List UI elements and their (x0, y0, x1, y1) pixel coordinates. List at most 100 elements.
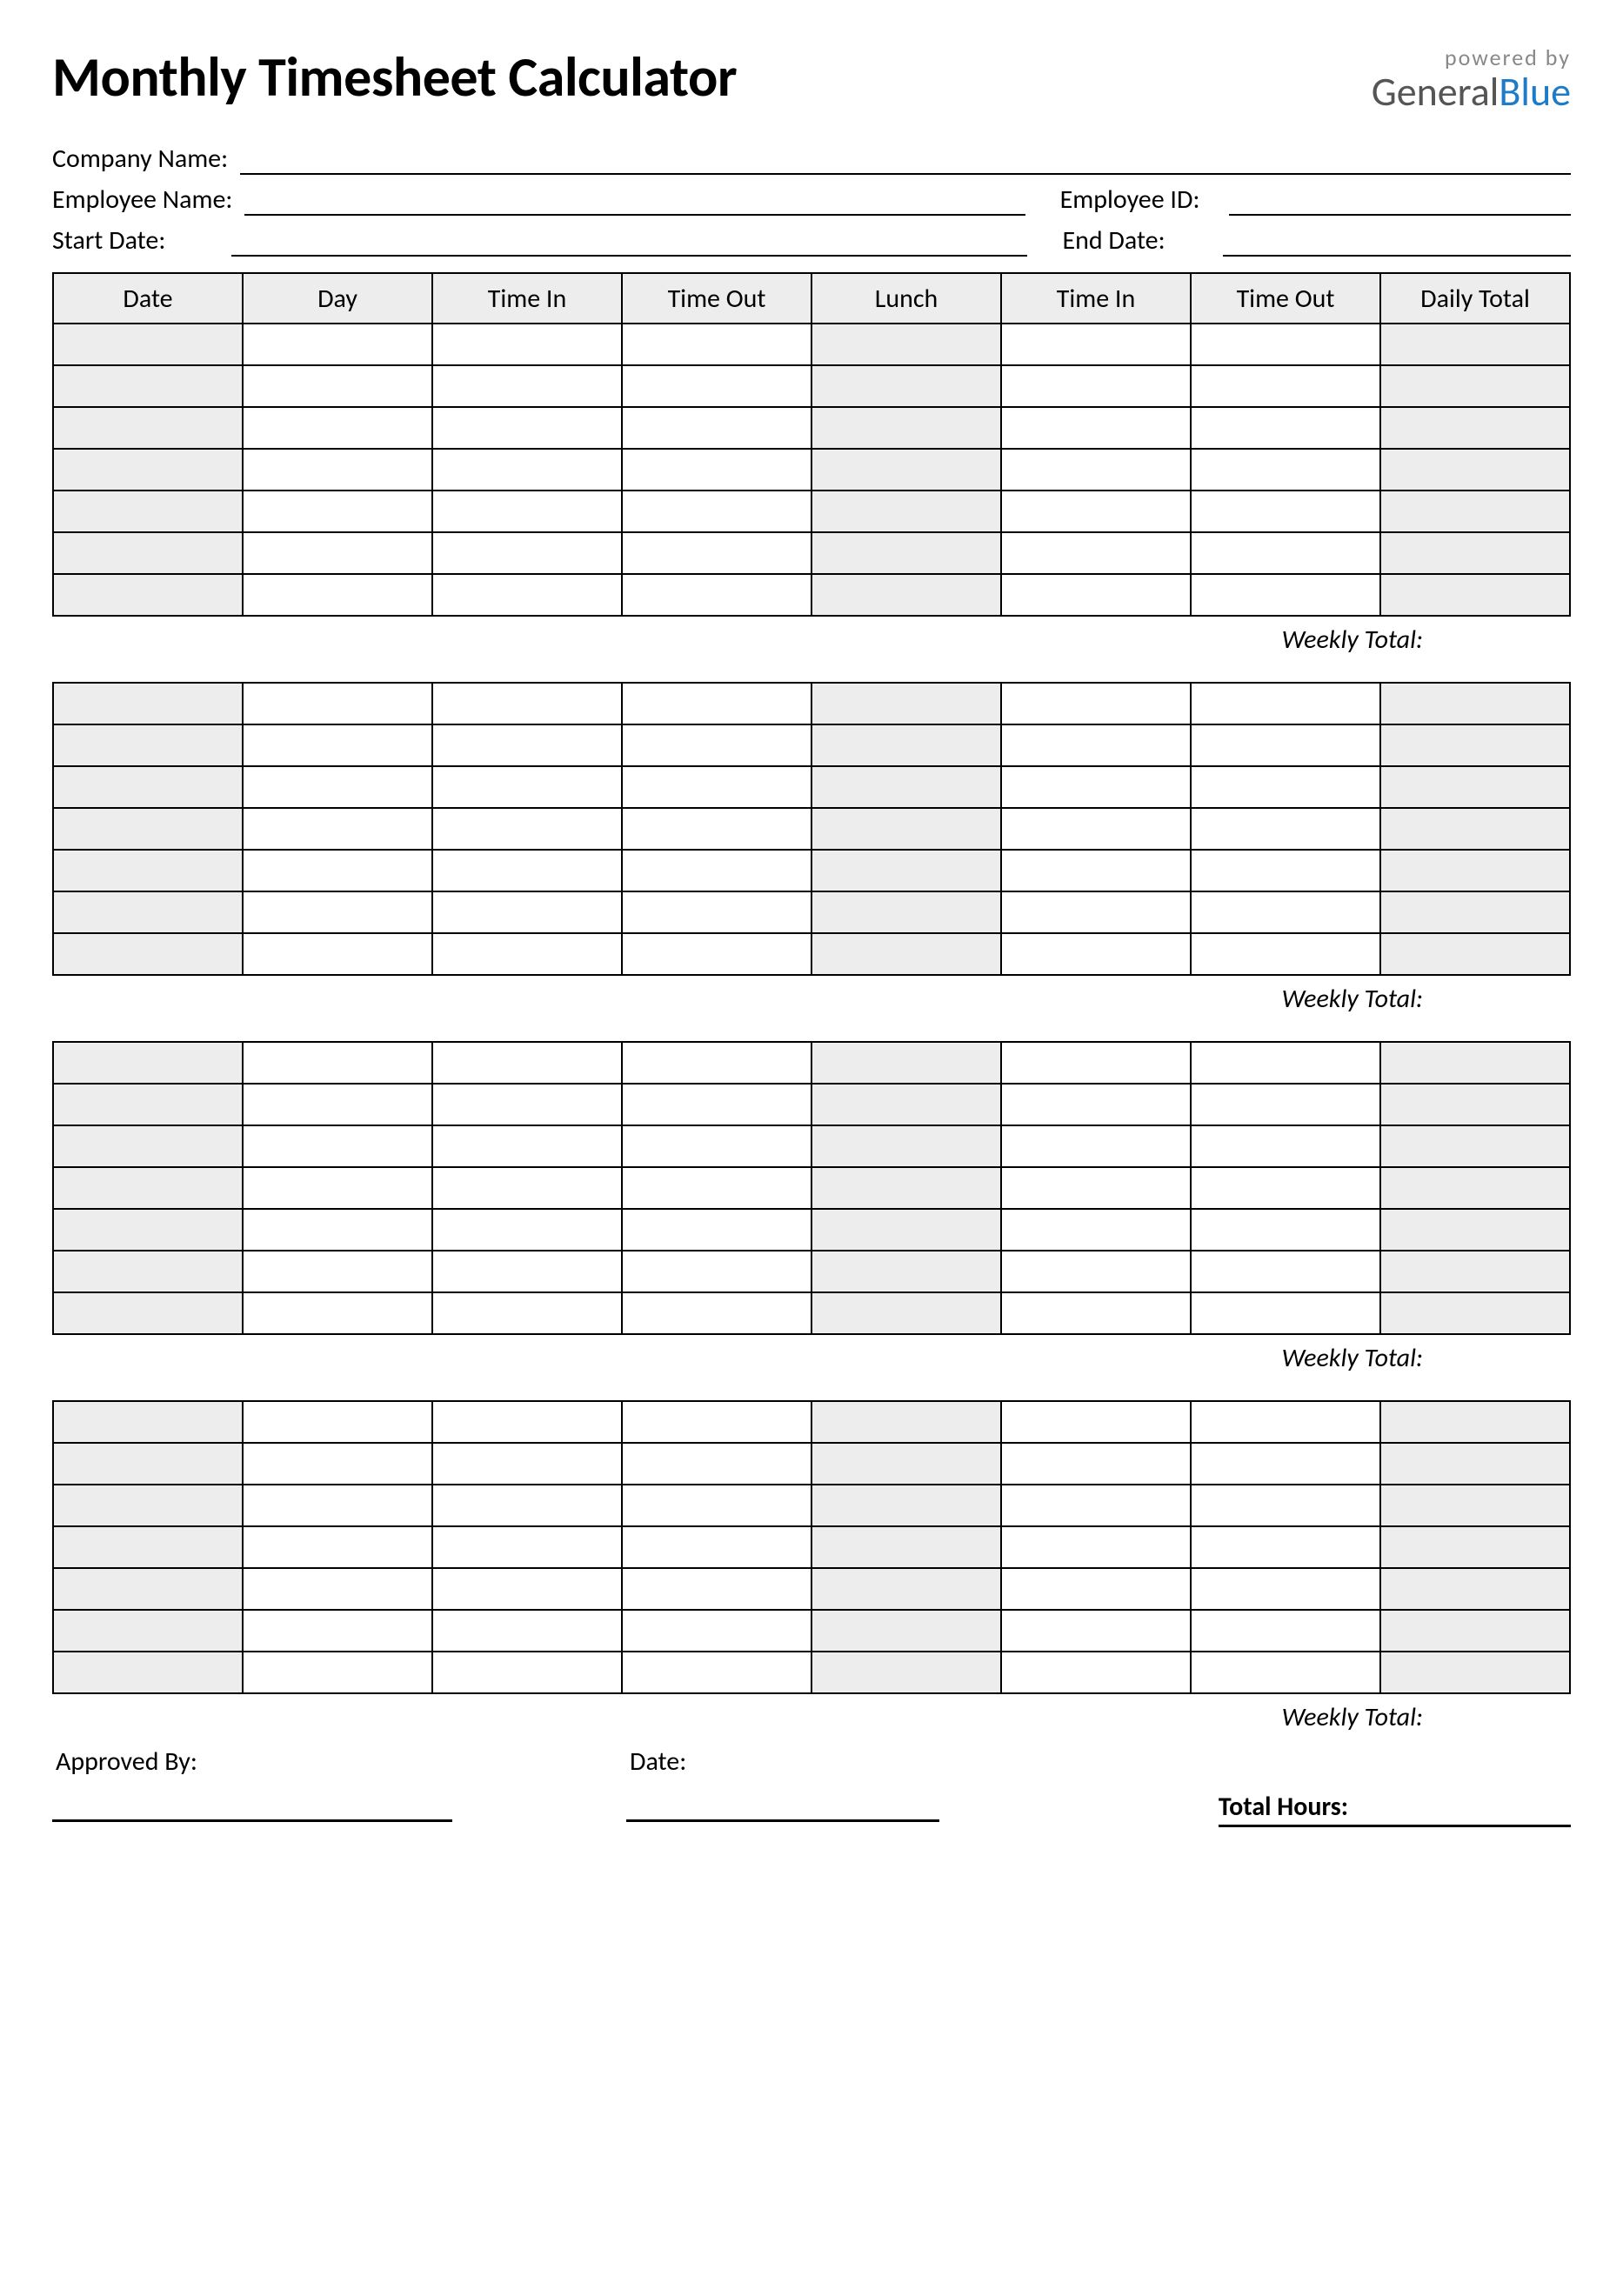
table-cell[interactable] (1001, 1251, 1191, 1292)
table-cell[interactable] (622, 808, 812, 850)
table-cell[interactable] (1191, 850, 1380, 891)
table-cell[interactable] (243, 1652, 432, 1693)
table-cell[interactable] (812, 365, 1001, 407)
table-cell[interactable] (432, 449, 622, 491)
table-cell[interactable] (53, 407, 243, 449)
table-cell[interactable] (432, 1209, 622, 1251)
company-name-field[interactable] (240, 149, 1571, 175)
table-cell[interactable] (622, 1652, 812, 1693)
table-cell[interactable] (1191, 324, 1380, 365)
table-cell[interactable] (1380, 532, 1570, 574)
table-cell[interactable] (1001, 683, 1191, 724)
table-cell[interactable] (243, 891, 432, 933)
table-cell[interactable] (53, 1125, 243, 1167)
table-cell[interactable] (812, 1209, 1001, 1251)
table-cell[interactable] (432, 933, 622, 975)
table-cell[interactable] (1380, 1209, 1570, 1251)
table-cell[interactable] (432, 1042, 622, 1084)
table-cell[interactable] (432, 724, 622, 766)
table-cell[interactable] (432, 1568, 622, 1610)
table-cell[interactable] (1191, 891, 1380, 933)
table-cell[interactable] (53, 683, 243, 724)
table-cell[interactable] (812, 766, 1001, 808)
table-cell[interactable] (622, 1568, 812, 1610)
table-cell[interactable] (1380, 1251, 1570, 1292)
table-cell[interactable] (622, 933, 812, 975)
table-cell[interactable] (432, 1251, 622, 1292)
approved-by-line[interactable] (52, 1819, 452, 1822)
table-cell[interactable] (622, 1401, 812, 1443)
table-cell[interactable] (1191, 1652, 1380, 1693)
table-cell[interactable] (53, 532, 243, 574)
table-cell[interactable] (243, 1485, 432, 1526)
table-cell[interactable] (432, 491, 622, 532)
table-cell[interactable] (812, 574, 1001, 616)
table-cell[interactable] (1380, 850, 1570, 891)
table-cell[interactable] (53, 724, 243, 766)
table-cell[interactable] (622, 891, 812, 933)
table-cell[interactable] (1001, 532, 1191, 574)
table-cell[interactable] (1380, 1292, 1570, 1334)
table-cell[interactable] (243, 766, 432, 808)
table-cell[interactable] (622, 1084, 812, 1125)
table-cell[interactable] (432, 891, 622, 933)
table-cell[interactable] (1001, 1209, 1191, 1251)
table-cell[interactable] (53, 1084, 243, 1125)
table-cell[interactable] (432, 850, 622, 891)
table-cell[interactable] (432, 407, 622, 449)
table-cell[interactable] (1001, 766, 1191, 808)
table-cell[interactable] (432, 766, 622, 808)
table-cell[interactable] (812, 1568, 1001, 1610)
table-cell[interactable] (243, 324, 432, 365)
table-cell[interactable] (1380, 891, 1570, 933)
table-cell[interactable] (432, 1443, 622, 1485)
table-cell[interactable] (1001, 1042, 1191, 1084)
table-cell[interactable] (812, 933, 1001, 975)
table-cell[interactable] (53, 1167, 243, 1209)
table-cell[interactable] (1001, 1443, 1191, 1485)
table-cell[interactable] (53, 1610, 243, 1652)
table-cell[interactable] (812, 1652, 1001, 1693)
table-cell[interactable] (1191, 1401, 1380, 1443)
table-cell[interactable] (1380, 1526, 1570, 1568)
table-cell[interactable] (243, 1084, 432, 1125)
table-cell[interactable] (1191, 1125, 1380, 1167)
table-cell[interactable] (1001, 1610, 1191, 1652)
table-cell[interactable] (1191, 1084, 1380, 1125)
table-cell[interactable] (243, 491, 432, 532)
table-cell[interactable] (622, 365, 812, 407)
table-cell[interactable] (1380, 1443, 1570, 1485)
employee-name-field[interactable] (244, 190, 1025, 216)
table-cell[interactable] (243, 724, 432, 766)
table-cell[interactable] (53, 1526, 243, 1568)
table-cell[interactable] (1380, 574, 1570, 616)
table-cell[interactable] (622, 407, 812, 449)
table-cell[interactable] (432, 683, 622, 724)
table-cell[interactable] (622, 1485, 812, 1526)
table-cell[interactable] (1001, 407, 1191, 449)
table-cell[interactable] (1191, 1251, 1380, 1292)
table-cell[interactable] (432, 1084, 622, 1125)
table-cell[interactable] (1001, 808, 1191, 850)
table-cell[interactable] (812, 1443, 1001, 1485)
table-cell[interactable] (1001, 933, 1191, 975)
table-cell[interactable] (432, 365, 622, 407)
table-cell[interactable] (1191, 724, 1380, 766)
table-cell[interactable] (243, 1209, 432, 1251)
table-cell[interactable] (243, 365, 432, 407)
table-cell[interactable] (1191, 407, 1380, 449)
table-cell[interactable] (812, 532, 1001, 574)
table-cell[interactable] (812, 1125, 1001, 1167)
table-cell[interactable] (1191, 574, 1380, 616)
table-cell[interactable] (812, 324, 1001, 365)
table-cell[interactable] (53, 1251, 243, 1292)
table-cell[interactable] (432, 1652, 622, 1693)
table-cell[interactable] (243, 1292, 432, 1334)
start-date-field[interactable] (231, 230, 1027, 257)
table-cell[interactable] (53, 574, 243, 616)
table-cell[interactable] (1380, 933, 1570, 975)
table-cell[interactable] (1380, 1652, 1570, 1693)
table-cell[interactable] (1001, 724, 1191, 766)
table-cell[interactable] (243, 574, 432, 616)
table-cell[interactable] (622, 1167, 812, 1209)
